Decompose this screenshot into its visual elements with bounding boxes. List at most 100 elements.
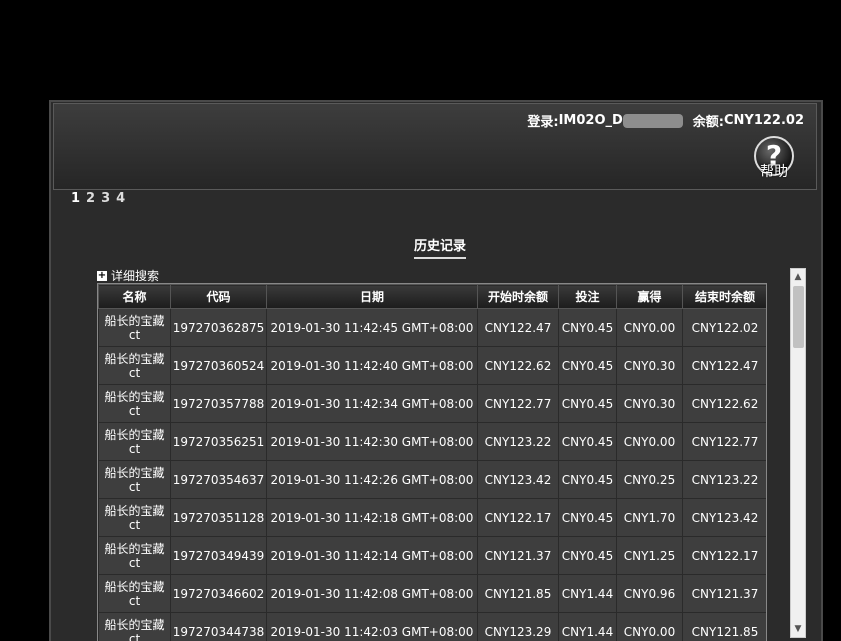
table-cell: CNY1.25 <box>616 536 683 575</box>
table-cell: 2019-01-30 11:42:14 GMT+08:00 <box>266 536 478 575</box>
table-cell: CNY0.45 <box>558 498 617 537</box>
page-link-3[interactable]: 3 <box>101 191 110 206</box>
table-cell: CNY123.22 <box>477 422 559 461</box>
vertical-scrollbar[interactable]: ▲ ▼ <box>790 268 806 638</box>
table-cell: CNY123.42 <box>477 460 559 499</box>
table-cell: 2019-01-30 11:42:03 GMT+08:00 <box>266 612 478 641</box>
table-cell: 2019-01-30 11:42:30 GMT+08:00 <box>266 422 478 461</box>
table-cell: CNY0.45 <box>558 422 617 461</box>
table-cell: CNY0.30 <box>616 346 683 385</box>
column-header: 结束时余额 <box>682 284 766 309</box>
login-info: 登录: IM02O_D 余额: CNY122.02 <box>527 111 804 130</box>
section-title: 历史记录 <box>414 235 467 259</box>
table-cell: CNY122.02 <box>682 308 766 347</box>
table-cell: CNY122.47 <box>682 346 766 385</box>
detail-search-toggle[interactable]: + 详细搜索 <box>97 267 159 284</box>
table-cell: 197270346602 <box>170 574 267 613</box>
column-header: 投注 <box>558 284 617 309</box>
table-cell: CNY1.44 <box>558 612 617 641</box>
page-link-1[interactable]: 1 <box>71 191 80 206</box>
table-cell: 船长的宝藏ct <box>98 384 171 423</box>
table-row[interactable]: 船长的宝藏ct 197270362875 2019-01-30 11:42:45 G… <box>98 308 766 347</box>
table-cell: 船长的宝藏ct <box>98 422 171 461</box>
table-cell: CNY0.45 <box>558 308 617 347</box>
table-row[interactable]: 船长的宝藏ct 197270351128 2019-01-30 11:42:18 G… <box>98 498 766 537</box>
history-table: 名称 代码 日期 开始时余额 投注 赢得 结束时余额 船长的宝藏ct 197270362875… <box>98 284 766 641</box>
help-label: 帮助 <box>760 164 788 180</box>
column-header: 日期 <box>266 284 478 309</box>
table-cell: CNY0.00 <box>616 308 683 347</box>
table-cell: CNY122.17 <box>682 536 766 575</box>
table-cell: CNY1.70 <box>616 498 683 537</box>
table-cell: 197270349439 <box>170 536 267 575</box>
balance-value: CNY122.02 <box>724 113 804 128</box>
table-cell: CNY0.00 <box>616 422 683 461</box>
table-cell: 197270344738 <box>170 612 267 641</box>
table-cell: 船长的宝藏ct <box>98 574 171 613</box>
pagination: 1234 <box>71 191 125 206</box>
table-cell: CNY122.62 <box>477 346 559 385</box>
page-link-4[interactable]: 4 <box>116 191 125 206</box>
help-button[interactable]: ? 帮助 <box>752 136 796 182</box>
table-cell: 船长的宝藏ct <box>98 308 171 347</box>
login-label: 登录: <box>527 115 559 130</box>
username-mask <box>622 113 683 128</box>
table-cell: CNY0.25 <box>616 460 683 499</box>
scroll-thumb[interactable] <box>793 286 804 348</box>
table-row[interactable]: 船长的宝藏ct 197270346602 2019-01-30 11:42:08 G… <box>98 574 766 613</box>
table-cell: 197270362875 <box>170 308 267 347</box>
table-cell: CNY0.45 <box>558 460 617 499</box>
table-cell: 船长的宝藏ct <box>98 346 171 385</box>
table-cell: 2019-01-30 11:42:45 GMT+08:00 <box>266 308 478 347</box>
table-row[interactable]: 船长的宝藏ct 197270356251 2019-01-30 11:42:30 G… <box>98 422 766 461</box>
table-cell: 197270354637 <box>170 460 267 499</box>
page-link-2[interactable]: 2 <box>86 191 95 206</box>
table-cell: 197270357788 <box>170 384 267 423</box>
table-cell: CNY122.47 <box>477 308 559 347</box>
balance-label: 余额: <box>692 115 724 130</box>
table-cell: CNY121.37 <box>477 536 559 575</box>
table-cell: 2019-01-30 11:42:18 GMT+08:00 <box>266 498 478 537</box>
column-header: 名称 <box>98 284 171 309</box>
table-cell: 197270351128 <box>170 498 267 537</box>
table-cell: CNY121.85 <box>477 574 559 613</box>
table-row[interactable]: 船长的宝藏ct 197270344738 2019-01-30 11:42:03 G… <box>98 612 766 641</box>
table-cell: CNY0.96 <box>616 574 683 613</box>
table-cell: 2019-01-30 11:42:26 GMT+08:00 <box>266 460 478 499</box>
column-header: 开始时余额 <box>477 284 559 309</box>
table-cell: CNY122.77 <box>682 422 766 461</box>
scroll-up-icon[interactable]: ▲ <box>791 269 805 285</box>
table-cell: 197270360524 <box>170 346 267 385</box>
table-cell: CNY0.45 <box>558 346 617 385</box>
table-cell: CNY0.00 <box>616 612 683 641</box>
table-header-row: 名称 代码 日期 开始时余额 投注 赢得 结束时余额 <box>98 284 766 309</box>
table-cell: 船长的宝藏ct <box>98 612 171 641</box>
table-cell: CNY123.42 <box>682 498 766 537</box>
table-row[interactable]: 船长的宝藏ct 197270360524 2019-01-30 11:42:40 G… <box>98 346 766 385</box>
table-row[interactable]: 船长的宝藏ct 197270357788 2019-01-30 11:42:34 G… <box>98 384 766 423</box>
username: IM02O_D <box>558 113 623 128</box>
table-cell: CNY122.62 <box>682 384 766 423</box>
scroll-down-icon[interactable]: ▼ <box>791 621 805 637</box>
table-cell: CNY1.44 <box>558 574 617 613</box>
history-window: 登录: IM02O_D 余额: CNY122.02 ? 帮助 1234 历史记录… <box>49 100 823 641</box>
header-bar: 登录: IM02O_D 余额: CNY122.02 ? 帮助 <box>53 103 817 190</box>
table-cell: CNY0.30 <box>616 384 683 423</box>
table-cell: CNY0.45 <box>558 536 617 575</box>
table-cell: 197270356251 <box>170 422 267 461</box>
table-row[interactable]: 船长的宝藏ct 197270354637 2019-01-30 11:42:26 G… <box>98 460 766 499</box>
column-header: 赢得 <box>616 284 683 309</box>
table-cell: CNY121.37 <box>682 574 766 613</box>
column-header: 代码 <box>170 284 267 309</box>
plus-icon: + <box>97 269 107 281</box>
table-cell: 船长的宝藏ct <box>98 536 171 575</box>
table-cell: 船长的宝藏ct <box>98 498 171 537</box>
table-cell: CNY122.17 <box>477 498 559 537</box>
table-row[interactable]: 船长的宝藏ct 197270349439 2019-01-30 11:42:14 G… <box>98 536 766 575</box>
table-cell: 2019-01-30 11:42:40 GMT+08:00 <box>266 346 478 385</box>
table-cell: CNY123.29 <box>477 612 559 641</box>
table-cell: CNY122.77 <box>477 384 559 423</box>
table-cell: 2019-01-30 11:42:34 GMT+08:00 <box>266 384 478 423</box>
table-cell: 船长的宝藏ct <box>98 460 171 499</box>
table-cell: 2019-01-30 11:42:08 GMT+08:00 <box>266 574 478 613</box>
